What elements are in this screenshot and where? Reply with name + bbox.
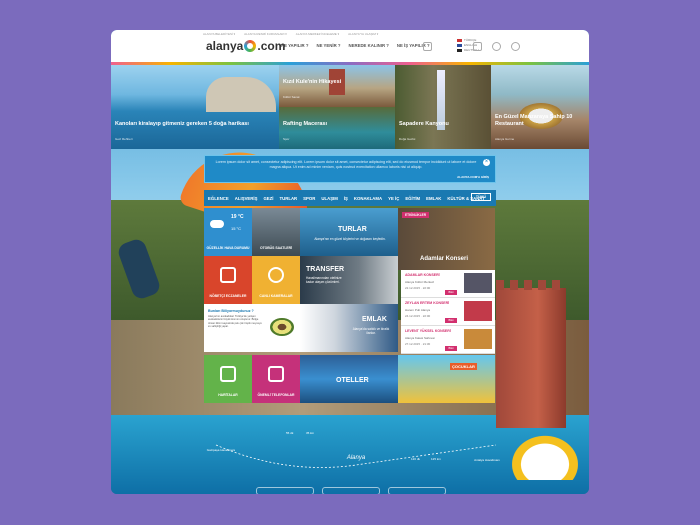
featured-card[interactable]: Kanoları kiralayıp gitmeniz gereken 5 do… [111,65,279,149]
top-link[interactable]: ALANYA RESMİ KURUMLARI ▾ [244,32,287,36]
announcement-box: Lorem ipsum dolor sit amet, consectetur … [204,155,496,183]
tours-tile[interactable]: TURLAR Alanya'nın en güzel köylerini ve … [300,208,398,256]
maps-tile[interactable]: HARİTALAR [204,355,252,403]
category-item[interactable]: SPOR [303,196,315,201]
close-icon[interactable]: × [483,159,490,166]
search-icon[interactable] [492,42,501,51]
cloud-icon [210,220,224,228]
live-cameras-tile[interactable]: CANLI KAMERALAR [252,256,300,304]
real-estate-tile[interactable]: EMLAK Alanya'da satılık ve kiralık ilanl… [300,304,398,352]
event-item[interactable]: ADAMLAR KONSERİ Alanya Kültür Merkezi 22… [401,270,495,298]
route-map: Gazipaşa Havalimanı Alanya Antalya Haval… [206,425,506,485]
top-link[interactable]: ALANYA BELEDİYESİ ▾ [203,32,235,36]
camera-icon [268,267,284,284]
ticket-button[interactable]: Bilet [445,290,457,295]
footer-link[interactable] [256,487,314,494]
category-item[interactable]: ALIŞVERİŞ [235,196,258,201]
category-item[interactable]: EĞLENCE [208,196,229,201]
top-link[interactable]: ALANYA MERKEZ İNCELEME ▾ [296,32,339,36]
main-nav: NE YAPILIR ? NE YENİR ? NEREDE KALINIR ?… [281,43,430,48]
featured-card[interactable]: Kızıl Kule'nin Hikayesi Kültür Sanat [279,65,395,107]
user-icon[interactable] [511,42,520,51]
ticket-button[interactable]: Bilet [445,346,457,351]
footer-link[interactable] [322,487,380,494]
featured-card[interactable]: En Güzel Manzaraya Sahip 10 Restaurant Al… [491,65,589,149]
events-feature-tile[interactable]: ETKİNLİKLER Adamlar Konseri [398,208,495,270]
category-item[interactable]: TURLAR [280,196,298,201]
nav-item[interactable]: NEREDE KALINIR ? [349,43,389,48]
event-thumbnail [464,329,492,349]
top-link[interactable]: ALANYA'YA ULAŞIM ▾ [348,32,378,36]
browser-frame: ALANYA BELEDİYESİ ▾ ALANYA RESMİ KURUMLA… [111,30,589,494]
announcement-text: Lorem ipsum dolor sit amet, consectetur … [215,160,477,169]
route-end: Antalya Havalimanı [474,458,500,462]
event-thumbnail [464,273,492,293]
logo-one-icon [244,40,257,52]
site-logo[interactable]: alanya .com [206,39,285,53]
menu-icon[interactable] [423,42,432,51]
kids-tile[interactable]: ÇOCUKLAR [398,355,495,403]
route-start: Gazipaşa Havalimanı [206,448,236,452]
category-item[interactable]: EĞİTİM [405,196,420,201]
jetski-image [503,428,587,480]
map-icon [220,366,236,383]
site-header: ALANYA BELEDİYESİ ▾ ALANYA RESMİ KURUMLA… [111,30,589,62]
category-item[interactable]: KONAKLAMA [354,196,382,201]
hotels-tile[interactable]: OTELLER [300,355,398,403]
announcement-link[interactable]: ALANYA.COM'A GİRİŞ [457,175,489,179]
footer-link[interactable] [388,487,446,494]
medical-cross-icon [220,267,236,284]
weather-day-temp: 19 °C [231,214,244,220]
event-item[interactable]: LEVENT YÜKSEL KONSERİ Alanya Kalesi Sahn… [401,326,495,354]
transfer-tile[interactable]: TRANSFER Havalimanından otelinize kadar … [300,256,398,304]
event-thumbnail [464,301,492,321]
featured-card[interactable]: Sapadere Kanyonu Doğa Gezisi [395,65,491,149]
ticket-button[interactable]: Bilet [445,318,457,323]
category-item[interactable]: ULAŞIM [321,196,337,201]
weather-tile[interactable]: 19 °C 15 °C GÜZELLİK HAVA DURUMU [204,208,252,256]
weather-night-temp: 15 °C [231,226,242,231]
all-categories-button[interactable]: TÜMÜ [470,193,491,201]
phone-book-icon [268,366,284,383]
top-links: ALANYA BELEDİYESİ ▾ ALANYA RESMİ KURUMLA… [203,32,378,36]
category-item[interactable]: YE İÇ [388,196,399,201]
nav-item[interactable]: NE YENİR ? [316,43,340,48]
featured-strip: Kanoları kiralayıp gitmeniz gereken 5 do… [111,65,589,149]
route-label: Alanya [346,455,366,461]
event-item[interactable]: ZEYLAN ERTEM KONSERİ Harem Pub Alanya 24… [401,298,495,326]
category-item[interactable]: İŞ [344,196,348,201]
category-item[interactable]: EMLAK [426,196,441,201]
category-item[interactable]: GEZİ [263,196,273,201]
important-phones-tile[interactable]: ÖNEMLİ TELEFONLAR [252,355,300,403]
nav-item[interactable]: NE YAPILIR ? [281,43,308,48]
did-you-know-tile[interactable]: Bunları Biliyormuydunuz ? Alanya'nın avo… [204,304,300,352]
red-tower-image [496,280,566,428]
pharmacy-tile[interactable]: NÖBETÇİ ECZANELER [204,256,252,304]
avocado-image [270,318,294,336]
featured-card[interactable]: Rafting Macerası Spor [279,107,395,149]
bus-times-tile[interactable]: OTOBÜS SAATLERİ [252,208,300,256]
calendar-icon[interactable] [473,42,482,51]
category-bar: EĞLENCE ALIŞVERİŞ GEZİ TURLAR SPOR ULAŞI… [204,190,496,206]
